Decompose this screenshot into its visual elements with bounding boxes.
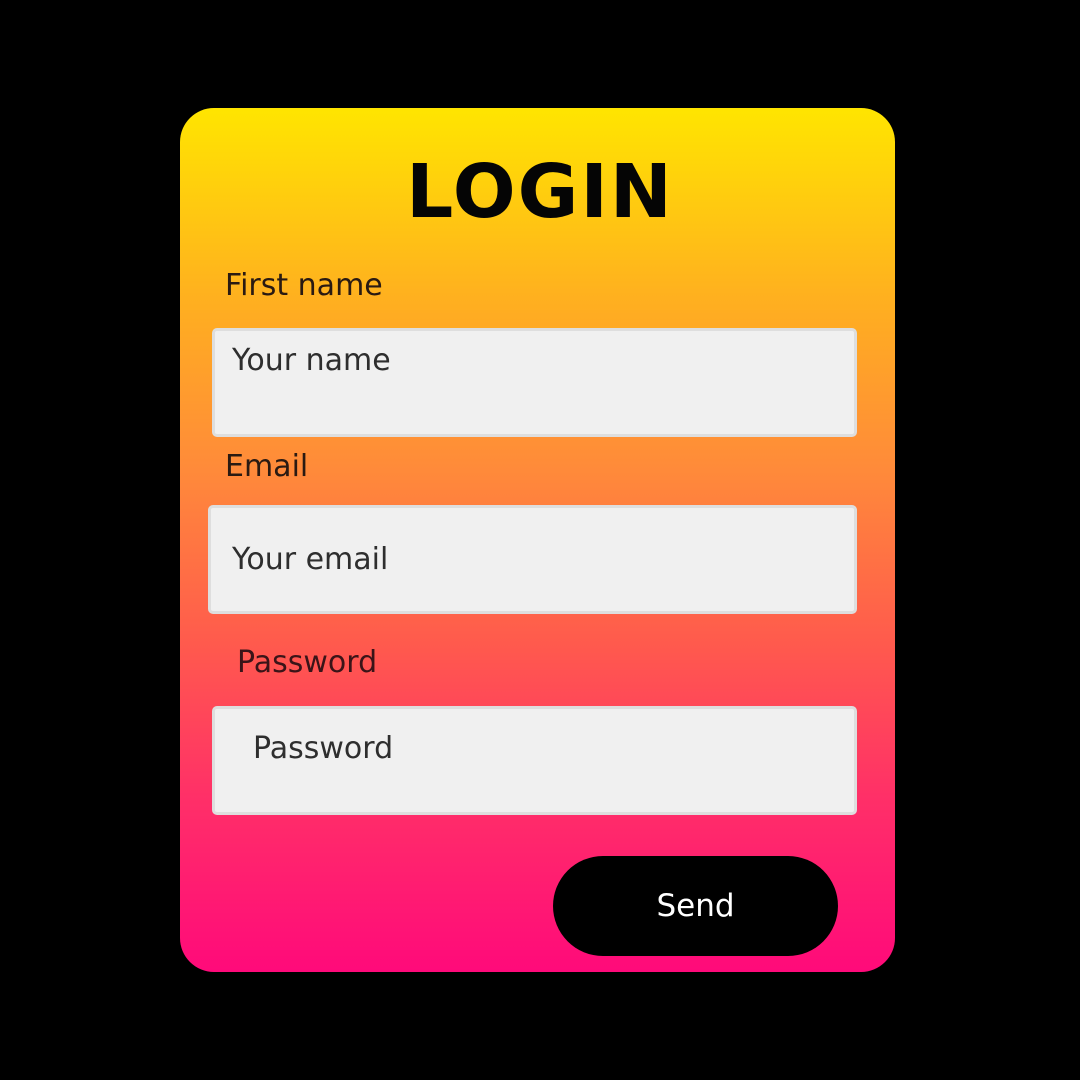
first-name-label: First name xyxy=(225,268,383,303)
first-name-field[interactable]: Your name xyxy=(212,328,857,437)
email-field[interactable]: Your email xyxy=(208,505,857,614)
password-label: Password xyxy=(237,645,378,680)
first-name-placeholder: Your name xyxy=(232,343,391,378)
email-label: Email xyxy=(225,449,309,484)
send-button[interactable]: Send xyxy=(553,856,838,956)
password-field[interactable]: Password xyxy=(212,706,857,815)
password-placeholder: Password xyxy=(253,731,394,766)
page-title: LOGIN xyxy=(406,149,674,235)
email-placeholder: Your email xyxy=(232,542,389,577)
